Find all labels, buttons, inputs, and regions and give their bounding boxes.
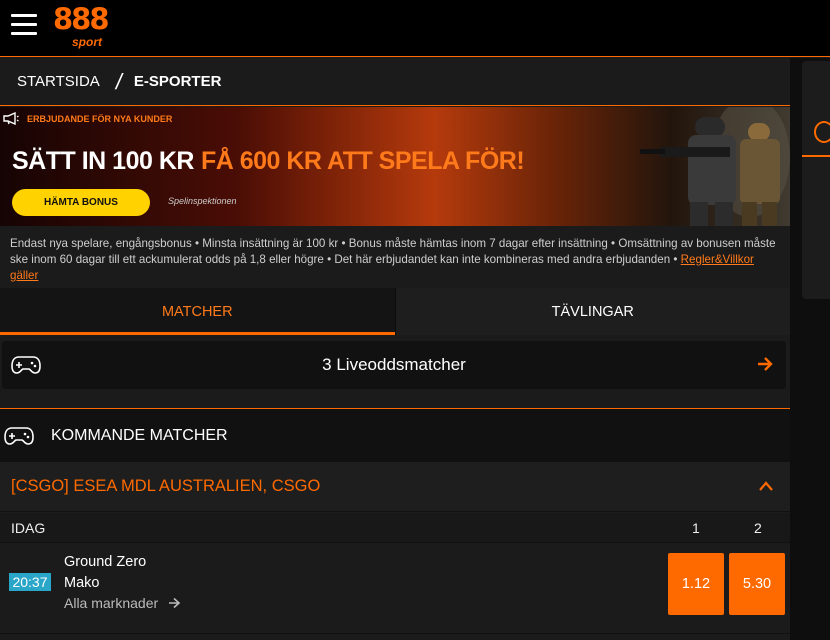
breadcrumb: STARTSIDA / E-SPORTER	[0, 58, 790, 106]
tab-tavlingar[interactable]: TÄVLINGAR	[394, 288, 790, 335]
day-label: IDAG	[11, 519, 46, 536]
soldiers-image	[640, 107, 790, 226]
all-markets-link[interactable]: Alla marknader	[64, 595, 181, 611]
promo-banner[interactable]: ERBJUDANDE FÖR NYA KUNDER SÄTT IN 100 KR…	[0, 107, 790, 226]
terms-text: Endast nya spelare, engångsbonus • Minst…	[10, 237, 776, 266]
gamepad-icon	[11, 356, 41, 374]
logo-sport: sport	[72, 35, 102, 49]
bonus-terms: Endast nya spelare, engångsbonus • Minst…	[0, 226, 790, 288]
top-bar: 888 sport	[0, 0, 830, 57]
arrow-right-icon	[169, 597, 181, 609]
banner-headline-white: SÄTT IN 100 KR	[12, 147, 194, 175]
column-header-1: 1	[692, 520, 700, 536]
upcoming-header: KOMMANDE MATCHER	[0, 408, 790, 462]
team-home: Ground Zero	[64, 554, 147, 570]
main-content: STARTSIDA / E-SPORTER ERBJUDANDE FÖR NYA…	[0, 58, 790, 640]
logo[interactable]: 888 sport	[53, 4, 113, 50]
logo-number: 888	[53, 2, 110, 36]
betslip-icon[interactable]	[814, 121, 830, 143]
match-row[interactable]: 20:37 Ground Zero Mako Alla marknader 1.…	[0, 544, 790, 634]
banner-headline-orange: FÅ 600 KR ATT SPELA FÖR!	[200, 147, 525, 175]
odd-button-2[interactable]: 5.30	[729, 553, 785, 615]
breadcrumb-current: E-SPORTER	[133, 73, 222, 90]
tab-bar: MATCHER TÄVLINGAR	[0, 288, 790, 335]
get-bonus-button[interactable]: HÄMTA BONUS	[12, 189, 150, 216]
breadcrumb-separator: /	[113, 68, 125, 94]
upcoming-title: KOMMANDE MATCHER	[51, 426, 228, 444]
chevron-up-icon[interactable]	[758, 480, 774, 492]
odd-button-1[interactable]: 1.12	[668, 553, 724, 615]
banner-headline: SÄTT IN 100 KR FÅ 600 KR ATT SPELA FÖR!	[12, 147, 525, 176]
banner-tag: ERBJUDANDE FÖR NYA KUNDER	[3, 112, 172, 125]
match-time: 20:37	[9, 573, 51, 591]
megaphone-icon	[3, 112, 19, 125]
league-header[interactable]: [CSGO] ESEA MDL AUSTRALIEN, CSGO	[0, 462, 790, 512]
tab-matcher[interactable]: MATCHER	[0, 288, 395, 335]
gamepad-icon	[4, 426, 34, 445]
arrow-right-icon	[758, 357, 773, 371]
live-odds-card[interactable]: 3 Liveoddsmatcher	[2, 341, 786, 389]
breadcrumb-home[interactable]: STARTSIDA	[17, 73, 100, 90]
league-title: [CSGO] ESEA MDL AUSTRALIEN, CSGO	[11, 477, 321, 495]
betslip-panel[interactable]	[802, 61, 830, 299]
live-odds-label: 3 Liveoddsmatcher	[322, 355, 466, 374]
menu-icon[interactable]	[11, 14, 37, 36]
rail-divider	[802, 155, 830, 157]
column-header-2: 2	[754, 520, 762, 536]
team-away: Mako	[64, 575, 100, 591]
banner-tag-text: ERBJUDANDE FÖR NYA KUNDER	[27, 113, 173, 124]
regulator-logo: Spelinspektionen	[168, 196, 237, 206]
day-row: IDAG 1 2	[0, 513, 790, 543]
right-rail	[790, 58, 830, 640]
all-markets-label: Alla marknader	[64, 595, 159, 611]
